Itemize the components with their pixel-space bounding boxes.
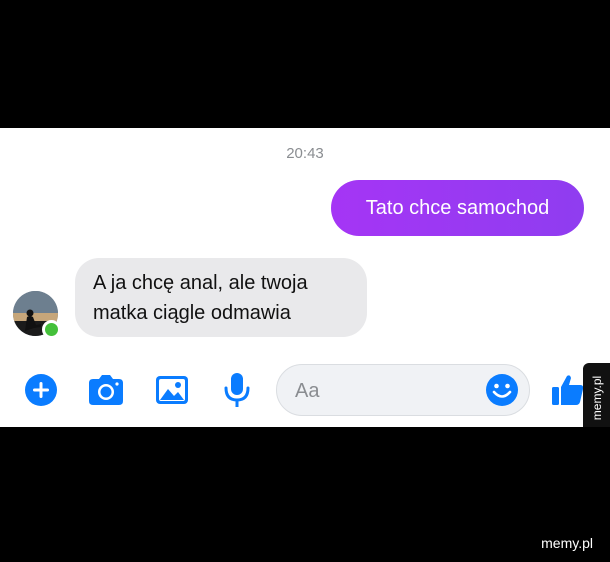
incoming-message-bubble[interactable]: A ja chcę anal, ale twoja matka ciągle o… (75, 258, 367, 337)
plus-circle-icon[interactable] (23, 372, 59, 408)
online-status-dot (42, 320, 61, 339)
side-tab-label: memy.pl (589, 375, 604, 421)
contact-avatar[interactable] (13, 291, 61, 339)
microphone-icon[interactable] (219, 372, 255, 408)
message-input[interactable] (293, 375, 477, 407)
site-watermark: memy.pl (541, 535, 593, 551)
camera-icon[interactable] (88, 372, 124, 408)
chat-panel: 20:43 Tato chce samochod A ja chcę anal,… (0, 128, 610, 427)
thumbs-up-icon[interactable] (550, 372, 586, 408)
message-composer[interactable] (276, 364, 530, 416)
memy-side-tab[interactable]: memy.pl (583, 363, 610, 427)
emoji-icon[interactable] (485, 373, 519, 407)
message-timestamp: 20:43 (286, 145, 324, 162)
image-icon[interactable] (154, 372, 190, 408)
outgoing-message-bubble[interactable]: Tato chce samochod (331, 180, 584, 236)
